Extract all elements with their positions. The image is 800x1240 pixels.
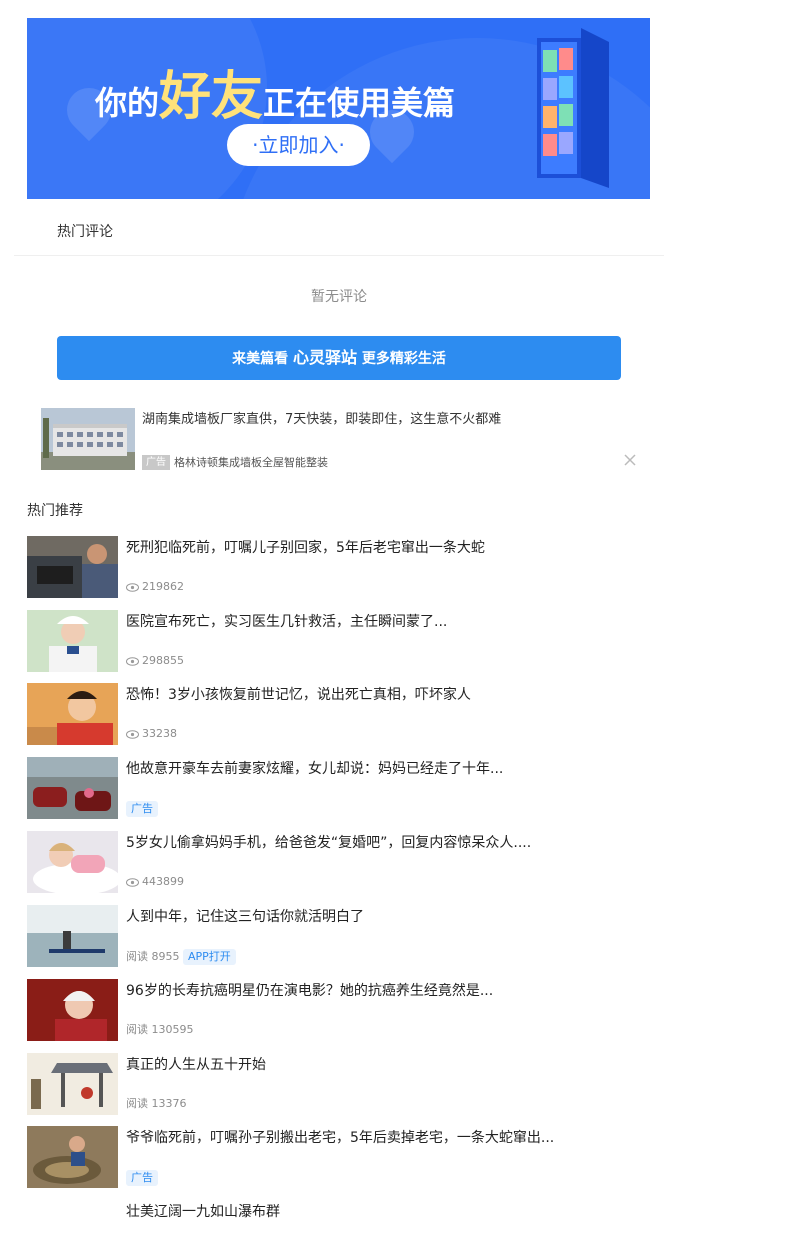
door-illustration-icon [537, 28, 609, 188]
ad-tag: 广告 [126, 801, 158, 817]
eye-icon [126, 878, 139, 887]
article-title[interactable]: 96岁的长寿抗癌明星仍在演电影？她的抗癌养生经竟然是... [126, 980, 493, 1000]
view-count: 443899 [126, 875, 184, 889]
article-thumbnail [27, 831, 118, 893]
article-thumbnail [27, 1126, 118, 1188]
list-item[interactable]: 96岁的长寿抗癌明星仍在演电影？她的抗癌养生经竟然是... 阅读 130595 [27, 979, 647, 1041]
view-count: 219862 [126, 580, 184, 594]
article-title[interactable]: 真正的人生从五十开始 [126, 1054, 266, 1074]
article-thumbnail [27, 979, 118, 1041]
view-count: 33238 [126, 727, 177, 741]
ad-title[interactable]: 湖南集成墙板厂家直供，7天快装，即装即住，这生意不火都难 [142, 408, 501, 427]
article-title[interactable]: 医院宣布死亡，实习医生几针救活，主任瞬间蒙了... [126, 611, 447, 631]
hot-comments-heading: 热门评论 [57, 224, 113, 240]
list-item[interactable]: 死刑犯临死前，叮嘱儿子别回家，5年后老宅窜出一条大蛇 219862 [27, 536, 647, 598]
list-item[interactable]: 他故意开豪车去前妻家炫耀，女儿却说：妈妈已经走了十年... 广告 [27, 757, 647, 819]
list-item[interactable]: 爷爷临死前，叮嘱孙子别搬出老宅，5年后卖掉老宅，一条大蛇窜出... 广告 [27, 1126, 647, 1188]
eye-icon [126, 730, 139, 739]
ad-badge: 广告 [142, 455, 170, 470]
list-item[interactable]: 恐怖！3岁小孩恢复前世记忆，说出死亡真相，吓坏家人 33238 [27, 683, 647, 745]
ad-thumbnail[interactable] [41, 408, 135, 470]
article-thumbnail [27, 610, 118, 672]
divider [14, 255, 664, 256]
list-item[interactable]: 医院宣布死亡，实习医生几针救活，主任瞬间蒙了... 298855 [27, 610, 647, 672]
article-title[interactable]: 5岁女儿偷拿妈妈手机，给爸爸发“复婚吧”，回复内容惊呆众人.... [126, 832, 531, 852]
article-title[interactable]: 死刑犯临死前，叮嘱儿子别回家，5年后老宅窜出一条大蛇 [126, 537, 485, 557]
article-thumbnail [27, 683, 118, 745]
view-count: 298855 [126, 654, 184, 668]
banner-headline: 你的好友正在使用美篇 [95, 67, 456, 127]
list-item[interactable]: 5岁女儿偷拿妈妈手机，给爸爸发“复婚吧”，回复内容惊呆众人.... 443899 [27, 831, 647, 893]
read-count: 阅读 8955 APP打开 [126, 949, 236, 965]
article-thumbnail [27, 536, 118, 598]
read-count: 阅读 13376 [126, 1097, 187, 1110]
article-title[interactable]: 人到中年，记住这三句话你就活明白了 [126, 906, 364, 926]
article-title[interactable]: 爷爷临死前，叮嘱孙子别搬出老宅，5年后卖掉老宅，一条大蛇窜出... [126, 1127, 554, 1147]
list-item[interactable]: 人到中年，记住这三句话你就活明白了 阅读 8955 APP打开 [27, 905, 647, 967]
article-title[interactable]: 恐怖！3岁小孩恢复前世记忆，说出死亡真相，吓坏家人 [126, 684, 471, 704]
ad-tag: 广告 [126, 1170, 158, 1186]
open-in-app-tag[interactable]: APP打开 [183, 949, 236, 965]
article-thumbnail [27, 757, 118, 819]
hot-recommend-heading: 热门推荐 [27, 503, 83, 519]
article-thumbnail [27, 905, 118, 967]
eye-icon [126, 657, 139, 666]
join-now-button[interactable]: ·立即加入· [227, 124, 370, 166]
close-icon[interactable] [622, 452, 638, 468]
empty-comments-text: 暂无评论 [311, 289, 367, 305]
article-thumbnail [27, 1053, 118, 1115]
read-count: 阅读 130595 [126, 1023, 194, 1036]
promo-banner[interactable]: 你的好友正在使用美篇 ·立即加入· [27, 18, 650, 199]
open-app-button[interactable]: 来美篇看 心灵驿站 更多精彩生活 [57, 336, 621, 380]
ad-source: 格林诗顿集成墙板全屋智能整装 [174, 456, 328, 469]
article-title[interactable]: 他故意开豪车去前妻家炫耀，女儿却说：妈妈已经走了十年... [126, 758, 503, 778]
list-item[interactable]: 真正的人生从五十开始 阅读 13376 [27, 1053, 647, 1115]
eye-icon [126, 583, 139, 592]
article-title[interactable]: 壮美辽阔一九如山瀑布群 [126, 1201, 280, 1221]
